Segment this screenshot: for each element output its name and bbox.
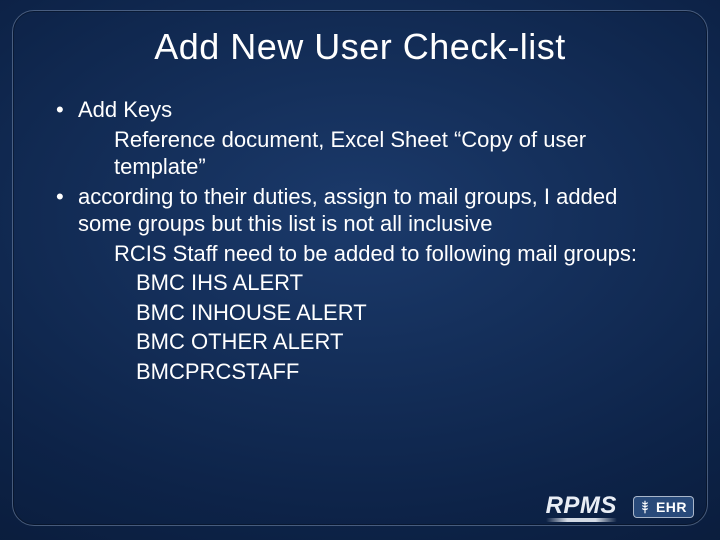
ehr-text: EHR [656,499,687,515]
caduceus-icon [638,500,652,514]
slide-content: Add Keys Reference document, Excel Sheet… [0,68,720,385]
bullet-sub2text: BMCPRCSTAFF [78,358,670,386]
ehr-badge: EHR [633,496,694,518]
bullet-item: Add Keys Reference document, Excel Sheet… [50,96,670,181]
bullet-list: Add Keys Reference document, Excel Sheet… [50,96,670,385]
bullet-item: according to their duties, assign to mai… [50,183,670,386]
rpms-logo: RPMS [546,492,623,522]
slide: Add New User Check-list Add Keys Referen… [0,0,720,540]
bullet-sub2text: BMC OTHER ALERT [78,328,670,356]
bullet-sub2text: BMC IHS ALERT [78,269,670,297]
bullet-subtext: RCIS Staff need to be added to following… [78,240,670,268]
bullet-text: according to their duties, assign to mai… [78,184,617,237]
bullet-subtext: Reference document, Excel Sheet “Copy of… [78,126,670,181]
footer-logos: RPMS EHR [546,492,694,522]
rpms-text: RPMS [546,492,617,519]
bullet-text: Add Keys [78,97,172,122]
bullet-sub2text: BMC INHOUSE ALERT [78,299,670,327]
